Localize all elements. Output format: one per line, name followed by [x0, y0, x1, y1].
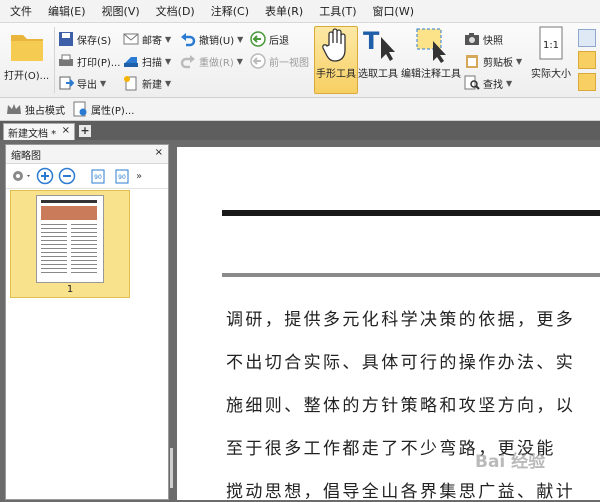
menu-view[interactable]: 视图(V) — [92, 3, 146, 19]
document-tab-bar: 新建文档 * × + — [0, 121, 600, 140]
ribbon-toolbar: 打开(O)... 保存(S) 打印(P)... 导出 ▼ 邮寄 ▼ 扫描 ▼ 新建 ▼ … — [0, 23, 600, 98]
new-button[interactable]: 新建 ▼ — [123, 73, 171, 93]
svg-text:T: T — [363, 27, 380, 55]
export-button[interactable]: 导出 ▼ — [58, 73, 106, 93]
crown-icon — [7, 104, 21, 114]
chevron-down-icon: ▼ — [165, 34, 172, 44]
select-tool-button[interactable]: T 选取工具 — [358, 25, 398, 80]
watermark: Bai 经验 — [475, 452, 546, 472]
document-text-line: 施细则、整体的方针策略和攻坚方向，以 — [226, 396, 576, 416]
hand-tool-button[interactable]: 手形工具 — [314, 26, 358, 94]
find-button[interactable]: 查找 ▼ — [464, 73, 512, 93]
scanner-icon — [124, 57, 138, 67]
mail-icon — [123, 33, 139, 45]
zoom-in-icon[interactable] — [36, 167, 54, 185]
svg-text:90: 90 — [118, 174, 126, 181]
menu-comment[interactable]: 注释(C) — [201, 3, 255, 19]
rotate-left-icon[interactable]: 90 — [88, 167, 108, 185]
page-number-label: 1 — [66, 284, 74, 295]
save-button[interactable]: 保存(S) — [58, 29, 111, 49]
actual-size-icon: 1:1 — [539, 26, 563, 60]
thumbnail-tools: 90 90 » — [6, 164, 168, 189]
back-arrow-icon — [250, 31, 266, 47]
svg-text:1:1: 1:1 — [543, 40, 559, 51]
clipboard-button[interactable]: 剪贴板 ▼ — [464, 51, 522, 71]
new-document-icon — [124, 76, 137, 91]
menu-bar: 文件 编辑(E) 视图(V) 文档(D) 注释(C) 表单(R) 工具(T) 窗… — [0, 0, 600, 23]
menu-tools[interactable]: 工具(T) — [309, 3, 362, 19]
print-button[interactable]: 打印(P)... — [58, 51, 120, 71]
secondary-toolbar: 独占模式 属性(P)... — [0, 98, 600, 121]
menu-file[interactable]: 文件 — [0, 3, 38, 19]
hand-icon — [322, 28, 346, 62]
snapshot-button[interactable]: 快照 — [464, 29, 503, 49]
edit-annotation-tool-button[interactable]: 编辑注释工具 — [401, 25, 461, 80]
redo-icon — [180, 55, 195, 69]
fit-width-icon[interactable] — [578, 51, 596, 69]
properties-icon — [73, 101, 87, 117]
exclusive-mode-button[interactable]: 独占模式 — [6, 99, 65, 119]
properties-button[interactable]: 属性(P)... — [72, 99, 134, 119]
open-label: 打开(O)... — [4, 71, 50, 82]
printer-icon — [59, 54, 73, 66]
svg-text:90: 90 — [94, 174, 102, 181]
chevron-down-icon: ▼ — [237, 34, 244, 44]
header-rule-thin — [222, 273, 600, 277]
rotate-right-icon[interactable]: 90 — [112, 167, 132, 185]
double-chevron-down-icon[interactable]: » — [136, 171, 142, 182]
document-text-line: 不出切合实际、具体可行的操作办法、实 — [226, 353, 576, 373]
new-tab-button[interactable]: + — [79, 125, 91, 137]
export-icon — [59, 76, 74, 90]
previous-view-icon — [250, 53, 266, 69]
thumbnail-panel-header: 缩略图 × — [6, 145, 168, 164]
find-icon — [464, 75, 480, 90]
close-icon[interactable]: × — [62, 125, 70, 136]
page-thumbnail-selected[interactable]: 1 — [10, 190, 130, 298]
redo-button[interactable]: 重做(R) ▼ — [180, 51, 243, 71]
gear-icon[interactable] — [10, 167, 32, 185]
zoom-out-icon[interactable] — [58, 167, 76, 185]
chevron-down-icon: ▼ — [506, 78, 513, 88]
mail-button[interactable]: 邮寄 ▼ — [123, 29, 171, 49]
menu-window[interactable]: 窗口(W) — [363, 3, 420, 19]
menu-form[interactable]: 表单(R) — [255, 3, 309, 19]
fit-page-icon[interactable] — [578, 29, 596, 47]
chevron-down-icon: ▼ — [100, 78, 107, 88]
page-thumbnail-preview — [41, 200, 97, 273]
back-button[interactable]: 后退 — [250, 29, 289, 49]
undo-icon — [181, 33, 196, 47]
chevron-down-icon: ▼ — [236, 56, 243, 66]
open-button[interactable]: 打开(O)... — [4, 25, 49, 82]
document-page: 调研，提供多元化科学决策的依据，更多 不出切合实际、具体可行的操作办法、实 施细… — [177, 147, 600, 502]
text-select-icon: T — [363, 27, 395, 61]
close-icon[interactable]: × — [155, 147, 163, 158]
document-text-line: 搅动思想，倡导全山各界集思广益、献计 — [226, 482, 576, 502]
chevron-down-icon: ▼ — [165, 56, 172, 66]
page-thumbnail — [36, 195, 104, 283]
clipboard-icon — [466, 55, 478, 68]
thumbnail-panel: 缩略图 × 90 90 » 1 — [5, 144, 169, 500]
chevron-down-icon: ▼ — [516, 56, 523, 66]
scan-button[interactable]: 扫描 ▼ — [123, 51, 171, 71]
tab-new-document[interactable]: 新建文档 * × — [3, 123, 75, 140]
fit-visible-icon[interactable] — [578, 73, 596, 91]
panel-splitter[interactable] — [169, 140, 174, 500]
scrollbar-thumb[interactable] — [170, 448, 173, 488]
folder-icon — [10, 35, 43, 61]
ribbon-separator — [54, 27, 55, 93]
save-icon — [59, 32, 73, 46]
undo-button[interactable]: 撤销(U) ▼ — [180, 29, 243, 49]
menu-document[interactable]: 文档(D) — [146, 3, 201, 19]
chevron-down-icon: ▼ — [165, 78, 172, 88]
annotation-edit-icon — [416, 28, 446, 63]
actual-size-button[interactable]: 1:1 实际大小 — [529, 25, 573, 80]
menu-edit[interactable]: 编辑(E) — [38, 3, 92, 19]
camera-icon — [465, 33, 479, 45]
header-rule-thick — [222, 210, 600, 216]
document-text-line: 调研，提供多元化科学决策的依据，更多 — [226, 310, 576, 330]
thumbnail-panel-title: 缩略图 — [11, 150, 41, 162]
previous-view-button[interactable]: 前一视图 — [250, 51, 309, 71]
